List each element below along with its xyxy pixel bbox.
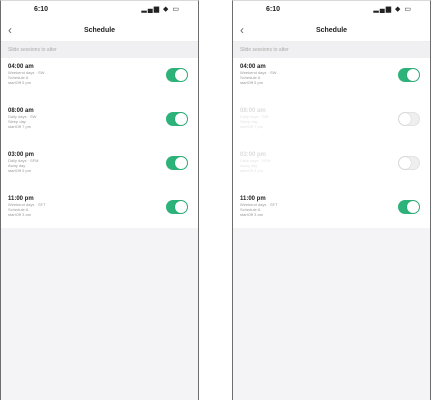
hint-text: Slide sessions to alter: [233, 42, 430, 58]
schedule-item[interactable]: 08:00 am Daily days · SW Sleep day start…: [1, 104, 198, 148]
status-bar: 6:10 ▂▄▆ ◆ ▭: [233, 1, 430, 21]
schedule-item[interactable]: 11:00 pm Weekend days · SFT Schedule A s…: [233, 192, 430, 236]
status-time: 6:10: [34, 6, 49, 13]
hint-text: Slide sessions to alter: [1, 42, 198, 58]
nav-bar: ‹ Schedule: [233, 21, 430, 42]
schedule-toggle[interactable]: [166, 68, 188, 82]
schedule-toggle[interactable]: [398, 156, 420, 170]
schedule-toggle[interactable]: [166, 200, 188, 214]
schedule-item[interactable]: 03:00 pm Daily days · SFM Away day start…: [1, 148, 198, 192]
toggle-knob: [175, 113, 187, 125]
toggle-knob: [399, 157, 411, 169]
phone-screen-1: 6:10 ▂▄▆ ◆ ▭ ‹ Schedule Slide sessions t…: [0, 0, 199, 400]
signal-wifi-battery-icon: ▂▄▆ ◆ ▭: [141, 6, 180, 13]
schedule-toggle[interactable]: [398, 200, 420, 214]
signal-wifi-battery-icon: ▂▄▆ ◆ ▭: [373, 6, 412, 13]
schedule-toggle[interactable]: [166, 112, 188, 126]
schedule-item[interactable]: 04:00 am Weekend days · SW Schedule A st…: [233, 60, 430, 104]
toggle-knob: [175, 157, 187, 169]
toggle-knob: [175, 69, 187, 81]
phone-screen-2: 6:10 ▂▄▆ ◆ ▭ ‹ Schedule Slide sessions t…: [232, 0, 431, 400]
schedule-item[interactable]: 04:00 am Weekend days · SW Schedule A st…: [1, 60, 198, 104]
toggle-knob: [175, 201, 187, 213]
toggle-knob: [407, 201, 419, 213]
status-time: 6:10: [266, 6, 281, 13]
schedule-item[interactable]: 08:00 am Daily days · SW Sleep day start…: [233, 104, 430, 148]
schedule-toggle[interactable]: [398, 68, 420, 82]
toggle-knob: [399, 113, 411, 125]
schedule-toggle[interactable]: [398, 112, 420, 126]
schedule-list: 04:00 am Weekend days · SW Schedule A st…: [233, 58, 430, 228]
schedule-item[interactable]: 11:00 pm Weekend days · SFT Schedule A s…: [1, 192, 198, 236]
toggle-knob: [407, 69, 419, 81]
schedule-list: 04:00 am Weekend days · SW Schedule A st…: [1, 58, 198, 228]
schedule-item[interactable]: 03:00 pm Daily days · SFM Away day start…: [233, 148, 430, 192]
page-title: Schedule: [315, 27, 348, 34]
schedule-toggle[interactable]: [166, 156, 188, 170]
status-bar: 6:10 ▂▄▆ ◆ ▭: [1, 1, 198, 21]
page-title: Schedule: [83, 27, 116, 34]
nav-bar: ‹ Schedule: [1, 21, 198, 42]
